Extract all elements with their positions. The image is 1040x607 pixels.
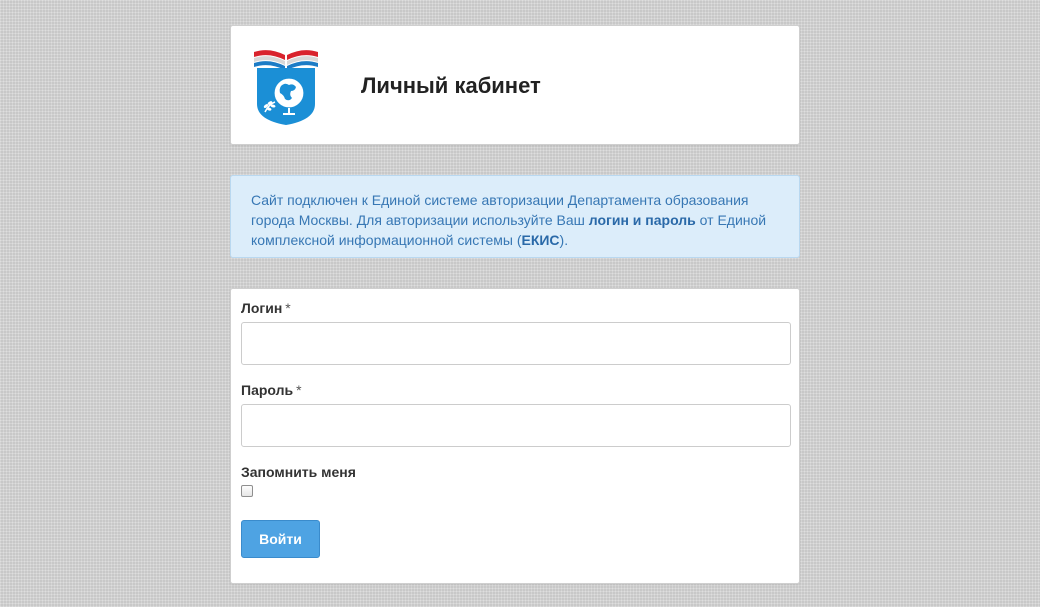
info-text-part3: ). (559, 232, 569, 248)
login-input[interactable] (241, 322, 791, 365)
remember-me-label: Запомнить меня (241, 464, 356, 480)
page-title: Личный кабинет (361, 73, 541, 98)
info-message: Сайт подключен к Единой системе авториза… (230, 175, 800, 258)
required-mark: * (285, 300, 291, 316)
login-form: Логин * Пароль * Запомнить меня Войти (230, 288, 800, 584)
required-mark: * (296, 382, 302, 398)
password-label: Пароль * (241, 382, 302, 398)
password-input[interactable] (241, 404, 791, 447)
login-label-text: Логин (241, 300, 283, 316)
login-label: Логин * (241, 300, 291, 316)
info-system-emphasis: ЕКИС (521, 232, 560, 248)
remember-me-checkbox[interactable] (241, 485, 253, 497)
login-submit-button[interactable]: Войти (241, 520, 320, 558)
header-panel: Личный кабинет (230, 25, 800, 145)
password-label-text: Пароль (241, 382, 294, 398)
education-department-emblem-icon (254, 50, 318, 125)
info-credentials-emphasis: логин и пароль (588, 212, 696, 228)
